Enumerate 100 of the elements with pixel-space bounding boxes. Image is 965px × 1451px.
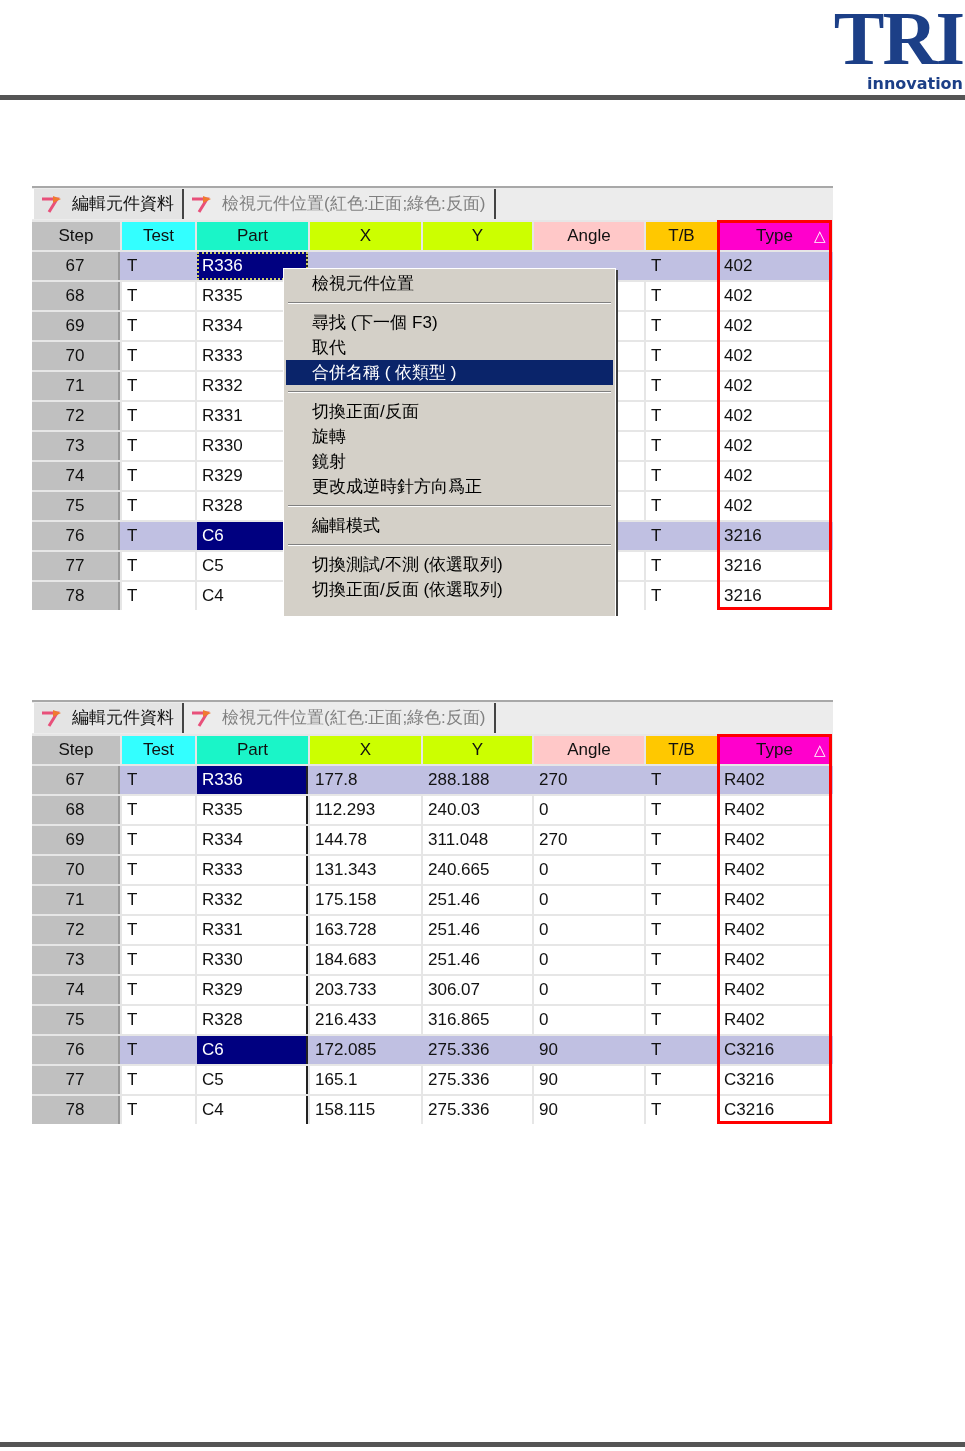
table-cell: R402	[719, 886, 830, 914]
table-cell: 184.683	[310, 946, 421, 974]
table-cell: T	[646, 492, 717, 520]
table-cell: R336	[197, 252, 308, 280]
table-cell: C4	[197, 1096, 308, 1124]
row-header: 74	[32, 462, 120, 490]
table-cell-text: 90	[538, 1039, 559, 1061]
table-cell: 251.46	[423, 886, 532, 914]
table-cell-text: T	[650, 769, 663, 791]
row-header: 75	[32, 1006, 120, 1034]
table-cell-text: 402	[723, 255, 754, 277]
table-cell: T	[122, 552, 195, 580]
table-cell: T	[122, 1066, 195, 1094]
table-cell: C5	[197, 1066, 308, 1094]
table-cell: T	[646, 856, 717, 884]
table-cell: T	[122, 856, 195, 884]
table-cell: 158.115	[310, 1096, 421, 1124]
table-cell-text: T	[126, 769, 139, 791]
table-cell: R334	[197, 826, 308, 854]
table-cell: 240.665	[423, 856, 532, 884]
table-cell: T	[646, 886, 717, 914]
table-cell: R331	[197, 916, 308, 944]
table-cell: T	[646, 342, 717, 370]
table-cell: T	[646, 1096, 717, 1124]
table-cell: 0	[534, 796, 644, 824]
table-cell: 203.733	[310, 976, 421, 1004]
table-cell: R329	[197, 976, 308, 1004]
table-cell: T	[122, 342, 195, 370]
row-header: 70	[32, 856, 120, 884]
table-cell-text: R402	[723, 769, 766, 791]
table-cell: T	[646, 552, 717, 580]
table-cell: 3216	[719, 552, 830, 580]
table-cell: 402	[719, 312, 830, 340]
table-cell-text: T	[126, 525, 139, 547]
table-cell-text: 288.188	[427, 769, 491, 791]
table-cell-text: 177.8	[314, 769, 359, 791]
table-cell: T	[646, 1006, 717, 1034]
table-cell: 402	[719, 432, 830, 460]
row-header: 75	[32, 492, 120, 520]
table-cell: 270	[534, 826, 644, 854]
row-header: 76	[32, 1036, 120, 1064]
table-cell: R402	[719, 946, 830, 974]
row-header: 74	[32, 976, 120, 1004]
table-cell: 90	[534, 1066, 644, 1094]
table-cell: 0	[534, 946, 644, 974]
table-cell: T	[122, 796, 195, 824]
row-header: 69	[32, 312, 120, 340]
table-cell: T	[646, 432, 717, 460]
table-cell: R332	[197, 886, 308, 914]
table-cell: T	[646, 796, 717, 824]
row-header: 77	[32, 1066, 120, 1094]
table-cell: T	[122, 1096, 195, 1124]
row-header: 76	[32, 522, 120, 550]
table-cell: R402	[719, 826, 830, 854]
table-cell: 275.336	[423, 1096, 532, 1124]
table-cell: 0	[534, 886, 644, 914]
table-cell: T	[122, 916, 195, 944]
table-cell: T	[646, 312, 717, 340]
table-cell: T	[646, 282, 717, 310]
row-header: 73	[32, 432, 120, 460]
table-cell: T	[646, 372, 717, 400]
table-cell: T	[122, 402, 195, 430]
table-cell-text: T	[650, 255, 663, 277]
table-cell: R402	[719, 976, 830, 1004]
table-cell: 163.728	[310, 916, 421, 944]
table-cell-text: T	[126, 1039, 139, 1061]
table-cell: 175.158	[310, 886, 421, 914]
table-cell: T	[122, 886, 195, 914]
row-header: 69	[32, 826, 120, 854]
table-cell: 316.865	[423, 1006, 532, 1034]
row-header: 72	[32, 916, 120, 944]
table-cell-text: 275.336	[427, 1039, 491, 1061]
table-cell: 112.293	[310, 796, 421, 824]
logo-tagline: innovation	[867, 76, 963, 92]
row-header: 77	[32, 552, 120, 580]
table-cell: 402	[719, 492, 830, 520]
table-cell: 275.336	[423, 1066, 532, 1094]
table-cell: 90	[534, 1096, 644, 1124]
table-cell: R330	[197, 946, 308, 974]
table-cell: T	[122, 432, 195, 460]
table-cell: 402	[719, 402, 830, 430]
table-cell: R336	[197, 766, 308, 794]
table-cell: T	[122, 582, 195, 610]
table-cell: R402	[719, 856, 830, 884]
table-cell: C6	[197, 1036, 308, 1064]
table-cell: T	[122, 826, 195, 854]
table-cell: T	[122, 312, 195, 340]
sort-icon: △	[814, 222, 826, 250]
table-cell-text: T	[126, 255, 139, 277]
row-header: 68	[32, 282, 120, 310]
table-cell: T	[122, 462, 195, 490]
table-cell: 251.46	[423, 916, 532, 944]
table-cell: T	[646, 582, 717, 610]
table-cell: 0	[534, 976, 644, 1004]
logo-text: TRI	[833, 0, 963, 76]
table-cell: T	[646, 916, 717, 944]
table-cell: R335	[197, 796, 308, 824]
table-cell-text: 3216	[723, 525, 763, 547]
table-cell: T	[646, 462, 717, 490]
table-cell-text: T	[650, 1039, 663, 1061]
